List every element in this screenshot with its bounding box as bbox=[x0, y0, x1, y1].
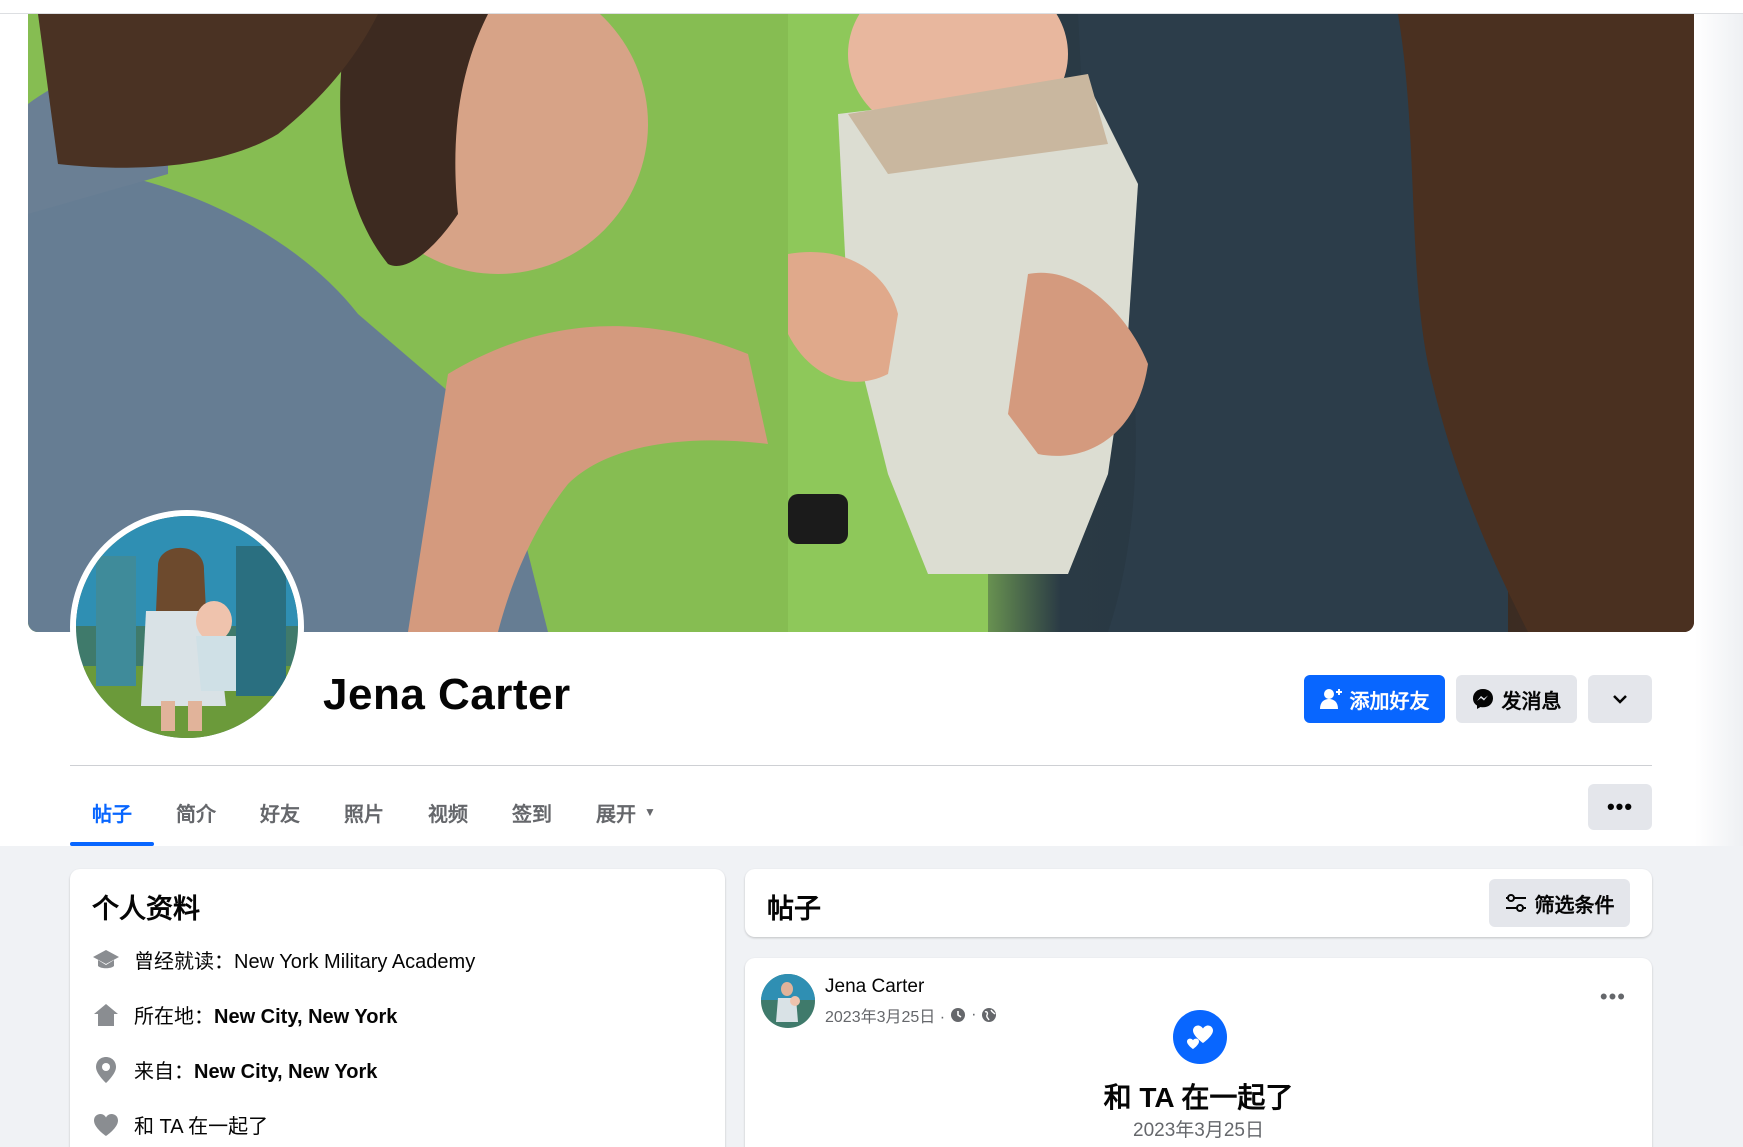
add-friend-button[interactable]: 添加好友 bbox=[1304, 675, 1445, 723]
posts-title: 帖子 bbox=[767, 894, 821, 924]
intro-title: 个人资料 bbox=[92, 894, 200, 924]
add-friend-label: 添加好友 bbox=[1349, 690, 1430, 713]
caret-down-icon: ▼ bbox=[644, 805, 656, 819]
post-options-button[interactable]: ••• bbox=[1600, 984, 1626, 1010]
post-author-avatar[interactable] bbox=[761, 974, 815, 1028]
intro-row-education: 曾经就读：New York Military Academy bbox=[92, 945, 475, 974]
top-bar bbox=[0, 0, 1743, 14]
posts-header-card: 帖子 筛选条件 bbox=[745, 869, 1652, 937]
life-event-icon bbox=[1173, 1010, 1227, 1064]
ellipsis-icon: ••• bbox=[1606, 794, 1634, 819]
header-divider bbox=[70, 765, 1652, 766]
hearts-icon bbox=[1187, 1025, 1213, 1049]
tab-more[interactable]: 展开 ▼ bbox=[574, 778, 678, 846]
page-gutter bbox=[1695, 14, 1743, 846]
tab-label: 照片 bbox=[344, 803, 384, 826]
post-meta: 2023年3月25日 · · bbox=[825, 1003, 997, 1027]
hometown-link[interactable]: New City, New York bbox=[194, 1061, 377, 1083]
intro-text: 所在地：New City, New York bbox=[134, 1006, 398, 1028]
tab-posts[interactable]: 帖子 bbox=[70, 778, 154, 846]
intro-text: 和 TA 在一起了 bbox=[134, 1116, 269, 1138]
tab-friends[interactable]: 好友 bbox=[238, 778, 322, 846]
tab-label: 好友 bbox=[260, 803, 300, 826]
chevron-down-icon bbox=[1613, 695, 1627, 704]
filter-button[interactable]: 筛选条件 bbox=[1489, 879, 1630, 927]
post-author-name[interactable]: Jena Carter bbox=[825, 976, 924, 998]
clock-icon bbox=[951, 1008, 966, 1022]
profile-tabs: 帖子 简介 好友 照片 视频 签到 展开 ▼ bbox=[70, 778, 678, 846]
intro-text: 曾经就读：New York Military Academy bbox=[134, 951, 476, 973]
tab-about[interactable]: 简介 bbox=[154, 778, 238, 846]
intro-row-current-city: 所在地：New City, New York bbox=[92, 1000, 397, 1029]
avatar-image bbox=[76, 516, 298, 738]
home-icon bbox=[92, 1001, 120, 1029]
cover-photo[interactable] bbox=[28, 14, 1694, 632]
tab-label: 简介 bbox=[176, 803, 216, 826]
tab-photos[interactable]: 照片 bbox=[322, 778, 406, 846]
cover-photo-illustration bbox=[28, 14, 1694, 632]
add-friend-icon bbox=[1319, 689, 1342, 709]
tab-checkins[interactable]: 签到 bbox=[490, 778, 574, 846]
messenger-icon bbox=[1472, 689, 1493, 709]
filter-sliders-icon bbox=[1505, 894, 1526, 912]
profile-avatar[interactable] bbox=[70, 510, 304, 744]
tab-label: 帖子 bbox=[92, 803, 132, 826]
intro-row-hometown: 来自：New City, New York bbox=[92, 1055, 377, 1084]
intro-text: 来自：New City, New York bbox=[134, 1061, 378, 1083]
more-actions-button[interactable] bbox=[1588, 675, 1652, 723]
message-label: 发消息 bbox=[1501, 690, 1562, 713]
tab-label: 展开 bbox=[596, 803, 636, 826]
tab-label: 视频 bbox=[428, 803, 468, 826]
current-city-link[interactable]: New City, New York bbox=[214, 1006, 397, 1028]
post-card: Jena Carter 2023年3月25日 · · ••• 和 TA 在一起了… bbox=[745, 958, 1652, 1147]
life-event-date: 2023年3月25日 bbox=[1133, 1120, 1264, 1141]
graduation-cap-icon bbox=[92, 946, 120, 974]
globe-icon bbox=[982, 1008, 997, 1022]
profile-name: Jena Carter bbox=[323, 670, 571, 719]
tab-label: 签到 bbox=[512, 803, 552, 826]
intro-row-relationship: 和 TA 在一起了 bbox=[92, 1110, 268, 1139]
intro-card: 个人资料 曾经就读：New York Military Academy 所在地：… bbox=[70, 869, 725, 1147]
location-pin-icon bbox=[92, 1056, 120, 1084]
heart-icon bbox=[92, 1111, 120, 1139]
life-event-title: 和 TA 在一起了 bbox=[1103, 1082, 1294, 1113]
tabs-overflow-button[interactable]: ••• bbox=[1588, 784, 1652, 830]
meta-separator: · bbox=[971, 1006, 977, 1023]
post-date[interactable]: 2023年3月25日 · bbox=[825, 1003, 945, 1027]
message-button[interactable]: 发消息 bbox=[1456, 675, 1577, 723]
tab-videos[interactable]: 视频 bbox=[406, 778, 490, 846]
filter-label: 筛选条件 bbox=[1534, 894, 1615, 917]
